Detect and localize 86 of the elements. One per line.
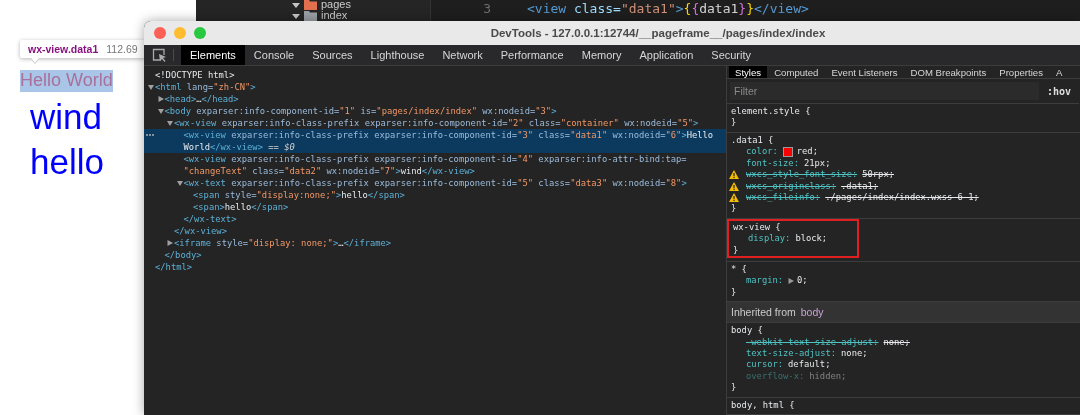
css-value: default; bbox=[788, 359, 831, 371]
element-selector: wx-view.data1 bbox=[28, 43, 99, 55]
sidebar-tab[interactable]: DOM Breakpoints bbox=[904, 66, 993, 79]
dom-tree-row[interactable]: <wx-text exparser:info-class-prefix exparser:info-component-id="5" class="data3" wx:nodeid="8"> bbox=[144, 177, 726, 189]
closing-brace: } bbox=[730, 286, 738, 299]
dom-tree-row[interactable]: <!DOCTYPE html> bbox=[144, 69, 726, 81]
closing-brace: } bbox=[730, 203, 738, 215]
dom-tree-row[interactable]: <iframe style="display: none;">…</iframe> bbox=[144, 237, 726, 249]
collapse-arrow-icon[interactable] bbox=[148, 84, 154, 90]
panel-tab[interactable]: Security bbox=[702, 45, 761, 65]
css-value: none; bbox=[841, 347, 868, 360]
closing-brace: } bbox=[730, 117, 738, 129]
css-property: font-size: bbox=[746, 157, 799, 170]
panel-tab[interactable]: Network bbox=[433, 45, 492, 65]
expand-arrow-icon[interactable] bbox=[157, 96, 164, 102]
css-property: -webkit-text-size-adjust: bbox=[746, 336, 879, 348]
css-value: 50rpx; bbox=[862, 169, 894, 181]
panel-tab[interactable]: Console bbox=[244, 45, 304, 65]
hover-state-button[interactable]: :hov bbox=[1044, 83, 1073, 99]
css-value: none; bbox=[883, 336, 910, 348]
dom-tree-row[interactable]: </body> bbox=[144, 249, 726, 261]
dom-tree-row[interactable]: <wx-view exparser:info-class-prefix exparser:info-component-id="4" exparser:info-attr-bind:tap= "changeText" class="data2" wx:nodeid="7">wind</wx-view> bbox=[144, 153, 726, 177]
file-tree-item[interactable]: index bbox=[321, 10, 348, 21]
css-value: .data1; bbox=[841, 180, 879, 192]
css-property: wxcs_style_font_size: bbox=[746, 169, 858, 181]
panel-tab[interactable]: Application bbox=[630, 45, 703, 65]
dom-tree-row[interactable]: <html lang="zh-CN"> bbox=[144, 81, 726, 93]
dom-tree-row[interactable]: </html> bbox=[144, 261, 726, 273]
dom-tree-row[interactable]: <head>…</head> bbox=[144, 93, 726, 105]
css-property: display: bbox=[748, 233, 791, 245]
window-title: DevTools - 127.0.0.1:12744/__pageframe__/pages/index/index bbox=[489, 27, 827, 39]
panel-tab[interactable]: Memory bbox=[572, 45, 631, 65]
css-selector: * { bbox=[730, 263, 748, 276]
file-tree-item[interactable]: pages bbox=[321, 0, 351, 10]
filter-field[interactable]: Filter bbox=[730, 82, 1039, 101]
page-text: Hello World bbox=[20, 70, 113, 92]
sidebar-tab[interactable]: A bbox=[1050, 66, 1069, 79]
css-value: 21px; bbox=[803, 157, 831, 170]
css-property: wxcs_originclass: bbox=[746, 180, 837, 192]
dom-tree-row[interactable]: <wx-view exparser:info-class-prefix exparser:info-component-id="3" class="data1" wx:nodeid="6">Hello World</wx-view> == $0 bbox=[144, 129, 726, 153]
dom-tree-row[interactable]: <span>hello</span> bbox=[144, 201, 726, 213]
panel-tab[interactable]: Sources bbox=[303, 45, 362, 65]
expand-arrow-icon[interactable] bbox=[788, 278, 795, 285]
color-swatch[interactable] bbox=[782, 147, 793, 157]
css-property: overflow-x: bbox=[746, 370, 805, 383]
code-line: <view class="data1">{{data1}}</view> bbox=[527, 0, 809, 18]
dom-tree-row[interactable]: </wx-text> bbox=[144, 213, 726, 225]
collapse-arrow-icon[interactable] bbox=[176, 180, 183, 186]
css-selector: element.style { bbox=[730, 106, 812, 118]
dom-tree-row[interactable]: <span style="display:none;">hello</span> bbox=[144, 189, 726, 201]
element-size: 112.69 bbox=[106, 43, 138, 55]
css-property: margin: bbox=[746, 275, 784, 287]
page-text: wind bbox=[30, 97, 102, 137]
css-property: wxcs_fileinfo: bbox=[746, 191, 821, 204]
css-value: red; bbox=[796, 146, 818, 158]
sidebar-tab[interactable]: Event Listeners bbox=[825, 66, 904, 79]
closing-brace: } bbox=[730, 382, 738, 394]
css-selector: .data1 { bbox=[730, 134, 775, 147]
sidebar-tab[interactable]: Styles bbox=[729, 66, 768, 79]
expand-arrow-icon[interactable] bbox=[167, 240, 173, 246]
inspect-element-icon[interactable] bbox=[151, 47, 167, 63]
inherited-element: body bbox=[800, 306, 824, 319]
css-value: hidden; bbox=[809, 370, 847, 383]
collapse-arrow-icon[interactable] bbox=[167, 120, 173, 126]
css-property: text-size-adjust: bbox=[746, 347, 837, 360]
css-selector: body { bbox=[730, 325, 764, 337]
dom-tree-row[interactable]: </wx-view> bbox=[144, 225, 726, 237]
sidebar-tab[interactable]: Computed bbox=[768, 66, 825, 79]
css-property: color: bbox=[746, 146, 778, 158]
line-number: 3 bbox=[482, 0, 492, 18]
dom-tree-row[interactable]: <body exparser:info-component-id="1" is="pages/index/index" wx:nodeid="3"> bbox=[144, 105, 726, 117]
css-selector: wx-view { bbox=[732, 221, 782, 234]
css-selector: body, html { bbox=[730, 399, 796, 411]
inherited-label: Inherited from bbox=[731, 306, 796, 319]
collapse-arrow-icon[interactable] bbox=[157, 108, 164, 114]
page-text: hello bbox=[30, 143, 104, 182]
css-value: ./pages/index/index.wxss 6 1; bbox=[825, 191, 979, 204]
panel-tab[interactable]: Elements bbox=[181, 45, 245, 65]
css-value: block; bbox=[795, 233, 828, 245]
dom-tree-row[interactable]: <wx-view exparser:info-class-prefix exparser:info-component-id="2" class="container" wx:nodeid="5"> bbox=[144, 117, 726, 129]
css-value: 0; bbox=[797, 275, 808, 287]
panel-tab[interactable]: Performance bbox=[491, 45, 573, 65]
panel-tab[interactable]: Lighthouse bbox=[361, 45, 434, 65]
closing-brace: } bbox=[732, 244, 740, 256]
sidebar-tab[interactable]: Properties bbox=[993, 66, 1049, 79]
css-property: cursor: bbox=[746, 359, 784, 371]
